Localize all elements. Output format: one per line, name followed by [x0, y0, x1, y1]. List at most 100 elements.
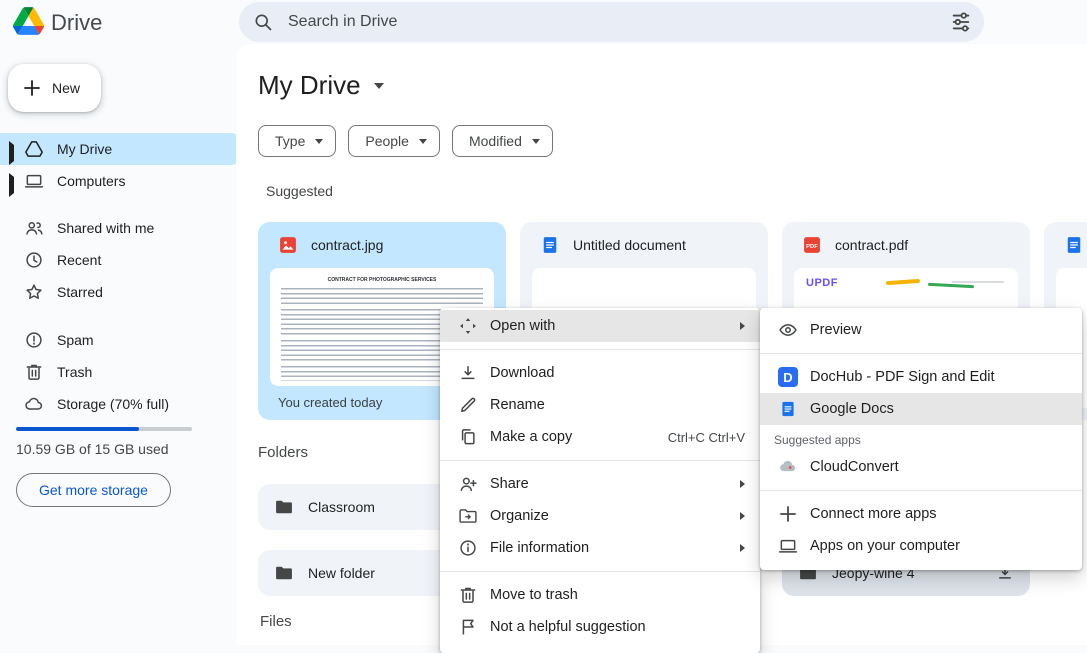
menu-divider — [760, 490, 1082, 491]
trash-icon — [24, 362, 44, 382]
spam-icon — [24, 330, 44, 350]
files-heading: Files — [260, 613, 292, 630]
filter-people[interactable]: People — [348, 125, 440, 157]
menu-item-label: Connect more apps — [810, 506, 937, 522]
menu-item-label: File information — [490, 540, 589, 556]
pdf-file-icon: PDF — [802, 235, 822, 255]
chevron-down-icon — [315, 139, 323, 144]
filter-type[interactable]: Type — [258, 125, 336, 157]
pencil-icon — [458, 395, 478, 415]
submenu-item-connect-more-apps[interactable]: Connect more apps — [760, 498, 1082, 530]
page-title-label: My Drive — [258, 70, 361, 101]
menu-item-file-information[interactable]: File information — [440, 532, 760, 564]
menu-item-organize[interactable]: Organize — [440, 500, 760, 532]
menu-divider — [440, 460, 760, 461]
context-menu: Open with Download Rename Make a copy Ct… — [440, 308, 760, 653]
menu-item-download[interactable]: Download — [440, 357, 760, 389]
submenu-item-google-docs[interactable]: Google Docs — [760, 393, 1082, 425]
filter-bar: Type People Modified — [258, 125, 553, 157]
folder-icon — [274, 563, 294, 583]
file-card-header: PDF contract.pdf — [782, 222, 1030, 268]
submenu-item-cloudconvert[interactable]: CloudConvert — [760, 451, 1082, 483]
clock-icon — [24, 250, 44, 270]
filter-label: People — [365, 133, 409, 149]
sidebar-item-spam[interactable]: Spam — [0, 324, 246, 356]
folder-move-icon — [458, 506, 478, 526]
drive-logo-icon[interactable] — [13, 7, 44, 35]
menu-item-label: Rename — [490, 397, 545, 413]
sidebar-item-starred[interactable]: Starred — [0, 276, 246, 308]
folder-icon — [274, 497, 294, 517]
menu-item-label: Download — [490, 365, 555, 381]
expand-arrow-icon[interactable] — [9, 145, 14, 161]
filter-label: Type — [275, 133, 305, 149]
menu-item-label: Google Docs — [810, 401, 894, 417]
storage-progress-fill — [16, 427, 139, 431]
menu-item-label: Open with — [490, 318, 555, 334]
image-file-icon — [278, 235, 298, 255]
new-button-label: New — [52, 80, 80, 96]
preview-mark — [928, 283, 974, 288]
menu-item-label: Make a copy — [490, 429, 572, 445]
page-title[interactable]: My Drive — [258, 70, 384, 101]
menu-item-rename[interactable]: Rename — [440, 389, 760, 421]
menu-item-not-helpful-suggestion[interactable]: Not a helpful suggestion — [440, 611, 760, 643]
advanced-search-icon[interactable] — [950, 11, 972, 33]
search-input[interactable] — [286, 12, 950, 32]
submenu-item-dochub[interactable]: D DocHub - PDF Sign and Edit — [760, 361, 1082, 393]
cloudconvert-icon — [778, 457, 798, 477]
sidebar-item-storage[interactable]: Storage (70% full) — [0, 388, 246, 420]
menu-item-label: Apps on your computer — [810, 538, 960, 554]
preview-text-lines — [281, 288, 483, 304]
sidebar-item-trash[interactable]: Trash — [0, 356, 246, 388]
menu-item-make-a-copy[interactable]: Make a copy Ctrl+C Ctrl+V — [440, 421, 760, 453]
open-with-submenu: Preview D DocHub - PDF Sign and Edit Goo… — [760, 308, 1082, 570]
open-with-icon — [458, 316, 478, 336]
folder-name: Classroom — [308, 499, 375, 515]
menu-item-shortcut: Ctrl+C Ctrl+V — [668, 430, 745, 445]
menu-item-share[interactable]: Share — [440, 468, 760, 500]
copy-icon — [458, 427, 478, 447]
google-docs-icon — [778, 399, 798, 419]
menu-item-label: DocHub - PDF Sign and Edit — [810, 369, 995, 385]
sidebar-item-my-drive[interactable]: My Drive — [0, 133, 246, 165]
submenu-arrow-icon — [740, 322, 745, 330]
sidebar-item-label: Computers — [57, 173, 125, 189]
menu-item-label: CloudConvert — [810, 459, 899, 475]
plus-icon — [778, 504, 798, 524]
filter-modified[interactable]: Modified — [452, 125, 553, 157]
download-icon — [458, 363, 478, 383]
preview-mark — [886, 279, 920, 285]
file-name: contract.pdf — [835, 237, 908, 253]
search-icon[interactable] — [253, 12, 273, 32]
sidebar-item-shared-with-me[interactable]: Shared with me — [0, 212, 246, 244]
sidebar-item-label: Storage (70% full) — [57, 396, 169, 412]
sidebar-item-computers[interactable]: Computers — [0, 165, 246, 197]
storage-progress-bar — [16, 427, 192, 431]
get-more-storage-button[interactable]: Get more storage — [16, 473, 171, 507]
menu-item-move-to-trash[interactable]: Move to trash — [440, 579, 760, 611]
reason-badge: You created today — [278, 395, 382, 410]
sidebar-item-recent[interactable]: Recent — [0, 244, 246, 276]
file-card-header: Untitled document — [520, 222, 768, 268]
svg-text:PDF: PDF — [806, 244, 818, 250]
new-button[interactable]: New — [8, 64, 101, 112]
search-bar[interactable] — [239, 2, 984, 42]
suggested-heading: Suggested — [266, 183, 333, 199]
sidebar-item-label: Shared with me — [57, 220, 154, 236]
person-add-icon — [458, 474, 478, 494]
file-name: contract.jpg — [311, 237, 383, 253]
google-docs-file-icon — [1064, 235, 1084, 255]
menu-item-label: Share — [490, 476, 529, 492]
submenu-item-apps-on-your-computer[interactable]: Apps on your computer — [760, 530, 1082, 562]
plus-icon — [23, 79, 41, 97]
menu-item-open-with[interactable]: Open with — [440, 310, 760, 342]
submenu-item-preview[interactable]: Preview — [760, 314, 1082, 346]
my-drive-icon — [24, 139, 44, 159]
sidebar-item-label: My Drive — [57, 141, 112, 157]
menu-divider — [440, 571, 760, 572]
file-card-header: contract.jpg — [258, 222, 506, 268]
menu-item-label: Move to trash — [490, 587, 578, 603]
menu-divider — [760, 353, 1082, 354]
expand-arrow-icon[interactable] — [9, 177, 14, 193]
